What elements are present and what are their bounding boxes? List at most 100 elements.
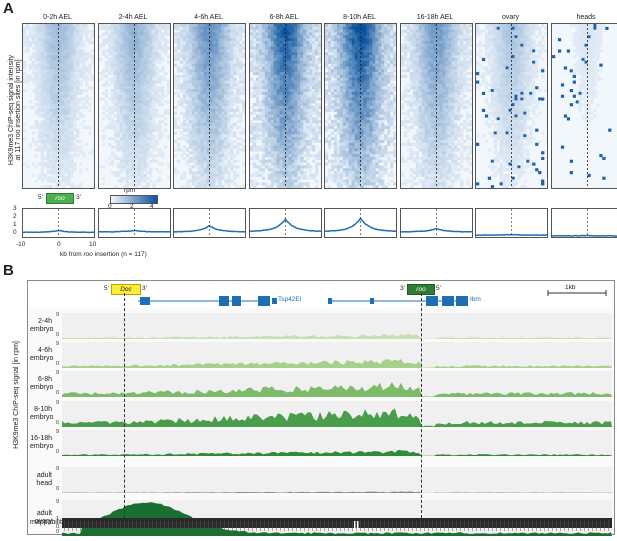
heatmap-cell xyxy=(312,137,315,140)
heatmap-cell xyxy=(210,177,213,180)
heatmap-cell xyxy=(279,137,282,140)
heatmap-cell xyxy=(215,66,218,69)
heatmap-cell xyxy=(119,129,122,132)
heatmap-cell xyxy=(242,140,245,143)
heatmap-cell xyxy=(372,86,375,89)
heatmap-cell xyxy=(258,114,261,117)
heatmap-cell xyxy=(315,154,318,157)
heatmap-cell xyxy=(38,24,41,27)
heatmap-cell xyxy=(273,66,276,69)
heatmap-cell xyxy=(201,69,204,72)
heatmap-cell xyxy=(91,148,94,151)
heatmap-cell xyxy=(291,95,294,98)
heatmap-cell xyxy=(192,66,195,69)
heatmap-cell xyxy=(110,146,113,149)
heatmap-cell xyxy=(318,78,321,81)
heatmap-cell xyxy=(315,89,318,92)
heatmap-cell xyxy=(230,92,233,95)
heatmap-cell xyxy=(186,61,189,64)
heatmap-cell xyxy=(61,117,64,120)
heatmap-cell xyxy=(107,163,110,166)
heatmap-cell xyxy=(110,100,113,103)
heatmap-cell xyxy=(328,52,331,55)
heatmap-cell xyxy=(183,171,186,174)
heatmap-cell xyxy=(242,35,245,38)
heatmap-cell xyxy=(215,100,218,103)
heatmap-cell xyxy=(204,126,207,129)
heatmap-cell xyxy=(384,35,387,38)
heatmap-cell xyxy=(312,148,315,151)
heatmap-cell xyxy=(101,112,104,115)
heatmap-cell xyxy=(32,32,35,35)
heatmap-cell xyxy=(276,86,279,89)
heatmap-cell xyxy=(393,78,396,81)
heatmap-cell xyxy=(273,69,276,72)
heatmap-cell xyxy=(343,78,346,81)
heatmap-cell xyxy=(285,81,288,84)
heatmap-cell xyxy=(183,61,186,64)
heatmap-cell xyxy=(279,143,282,146)
heatmap-cell xyxy=(183,41,186,44)
heatmap-cell xyxy=(113,174,116,177)
heatmap-cell xyxy=(303,143,306,146)
heatmap-cell xyxy=(146,129,149,132)
heatmap-cell xyxy=(67,117,70,120)
heatmap-cell xyxy=(104,27,107,30)
heatmap-cell xyxy=(294,66,297,69)
heatmap-cell xyxy=(201,129,204,132)
heatmap-cell xyxy=(44,109,47,112)
heatmap-cell xyxy=(38,148,41,151)
heatmap-cell xyxy=(47,131,50,134)
heatmap-cell xyxy=(59,86,62,89)
heatmap-cell xyxy=(340,38,343,41)
heatmap-cell xyxy=(261,163,264,166)
heatmap-cell xyxy=(64,126,67,129)
heatmap-cell xyxy=(218,168,221,171)
heatmap-cell xyxy=(297,120,300,123)
heatmap-cell xyxy=(215,120,218,123)
heatmap-cell xyxy=(276,171,279,174)
heatmap-cell xyxy=(116,69,119,72)
heatmap-cell xyxy=(297,49,300,52)
heatmap-cell xyxy=(61,168,64,171)
heatmap-cell xyxy=(192,157,195,160)
heatmap-cell xyxy=(161,114,164,117)
heatmap-cell xyxy=(152,44,155,47)
heatmap-cell xyxy=(227,24,230,27)
heatmap-cell xyxy=(300,35,303,38)
heatmap-cell xyxy=(180,185,183,188)
heatmap-cell xyxy=(67,44,70,47)
heatmap-cell xyxy=(215,52,218,55)
heatmap-cell xyxy=(270,168,273,171)
heatmap-cell xyxy=(261,89,264,92)
heatmap-cell xyxy=(381,72,384,75)
heatmap-cell xyxy=(67,120,70,123)
heatmap-cell xyxy=(70,81,73,84)
heatmap-cell xyxy=(276,163,279,166)
heatmap-cell xyxy=(146,165,149,168)
heatmap-cell xyxy=(352,72,355,75)
heatmap-cell xyxy=(174,75,177,78)
heatmap-cell xyxy=(134,66,137,69)
heatmap-cell xyxy=(300,126,303,129)
heatmap-cell xyxy=(291,163,294,166)
heatmap-cell xyxy=(227,126,230,129)
heatmap-cell xyxy=(270,49,273,52)
heatmap-cell xyxy=(143,100,146,103)
heatmap-cell xyxy=(180,123,183,126)
heatmap-cell xyxy=(267,148,270,151)
heatmap-cell xyxy=(224,69,227,72)
heatmap-cell xyxy=(167,92,170,95)
heatmap-cell xyxy=(309,72,312,75)
heatmap-cell xyxy=(146,75,149,78)
heatmap-cell xyxy=(201,103,204,106)
heatmap-cell xyxy=(61,143,64,146)
heatmap-cell xyxy=(174,38,177,41)
heatmap-cell xyxy=(390,47,393,50)
heatmap-cell xyxy=(306,98,309,101)
heatmap-cell xyxy=(61,171,64,174)
heatmap-cell xyxy=(44,165,47,168)
heatmap-cell xyxy=(186,30,189,33)
heatmap-cell xyxy=(291,174,294,177)
heatmap-cell xyxy=(303,58,306,61)
